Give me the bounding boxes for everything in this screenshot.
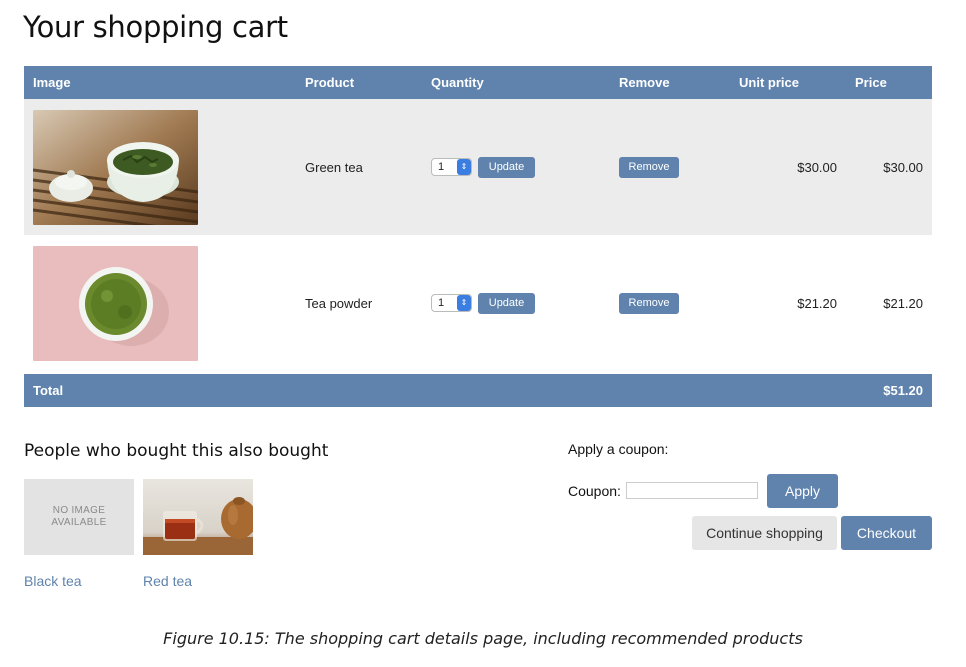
quantity-select[interactable]: 1 ⇕ (431, 158, 472, 176)
cart-cell-quantity: 1 ⇕ Update (422, 235, 610, 373)
update-button[interactable]: Update (478, 156, 535, 178)
tea-powder-image[interactable] (33, 245, 198, 361)
header-unit-price: Unit price (730, 66, 846, 99)
cart-cell-remove: Remove (610, 99, 730, 235)
remove-button[interactable]: Remove (619, 292, 679, 314)
cart-header-row: Image Product Quantity Remove Unit price… (24, 66, 932, 99)
figure-caption: Figure 10.15: The shopping cart details … (163, 629, 803, 648)
select-arrows-icon: ⇕ (457, 159, 471, 175)
red-tea-image[interactable] (143, 479, 253, 555)
apply-coupon-button[interactable]: Apply (767, 474, 838, 508)
update-button[interactable]: Update (478, 292, 535, 314)
total-label: Total (24, 371, 296, 407)
no-image-placeholder[interactable]: NO IMAGE AVAILABLE (24, 479, 134, 555)
cart-total-row: Total $51.20 (24, 371, 932, 407)
cart-table: Image Product Quantity Remove Unit price… (24, 66, 932, 407)
quantity-value: 1 (438, 297, 445, 309)
cart-cell-quantity: 1 ⇕ Update (422, 99, 610, 235)
recommended-product-link[interactable]: Red tea (143, 573, 253, 589)
cart-cell-price: $30.00 (846, 99, 932, 235)
page-title: Your shopping cart (23, 10, 288, 44)
cart-cell-image (24, 235, 296, 373)
cart-cell-product: Tea powder (296, 235, 422, 373)
green-tea-image[interactable] (33, 109, 198, 225)
cart-row: Tea powder 1 ⇕ Update Remove $21.20 $21.… (24, 235, 932, 373)
coupon-input[interactable] (626, 482, 758, 499)
header-price: Price (846, 66, 932, 99)
checkout-button[interactable]: Checkout (841, 516, 932, 550)
cart-cell-unit-price: $21.20 (730, 235, 846, 373)
recommended-product: NO IMAGE AVAILABLE Black tea (24, 479, 134, 589)
cart-cell-unit-price: $30.00 (730, 99, 846, 235)
coupon-title: Apply a coupon: (568, 441, 669, 457)
total-value: $51.20 (846, 371, 932, 407)
cart-cell-remove: Remove (610, 235, 730, 373)
recommendations-title: People who bought this also bought (24, 441, 329, 461)
header-image: Image (24, 66, 296, 99)
no-image-text: NO IMAGE AVAILABLE (51, 505, 107, 528)
recommended-product-link[interactable]: Black tea (24, 573, 134, 589)
cart-cell-price: $21.20 (846, 235, 932, 373)
coupon-label: Coupon: (568, 483, 621, 499)
cart-cell-image (24, 99, 296, 235)
recommended-product: Red tea (143, 479, 253, 589)
quantity-select[interactable]: 1 ⇕ (431, 294, 472, 312)
quantity-value: 1 (438, 161, 445, 173)
header-remove: Remove (610, 66, 730, 99)
cart-row: Green tea 1 ⇕ Update Remove $30.00 $30.0… (24, 99, 932, 235)
header-product: Product (296, 66, 422, 99)
header-quantity: Quantity (422, 66, 610, 99)
cart-cell-product: Green tea (296, 99, 422, 235)
select-arrows-icon: ⇕ (457, 295, 471, 311)
remove-button[interactable]: Remove (619, 156, 679, 178)
continue-shopping-button[interactable]: Continue shopping (692, 516, 837, 550)
